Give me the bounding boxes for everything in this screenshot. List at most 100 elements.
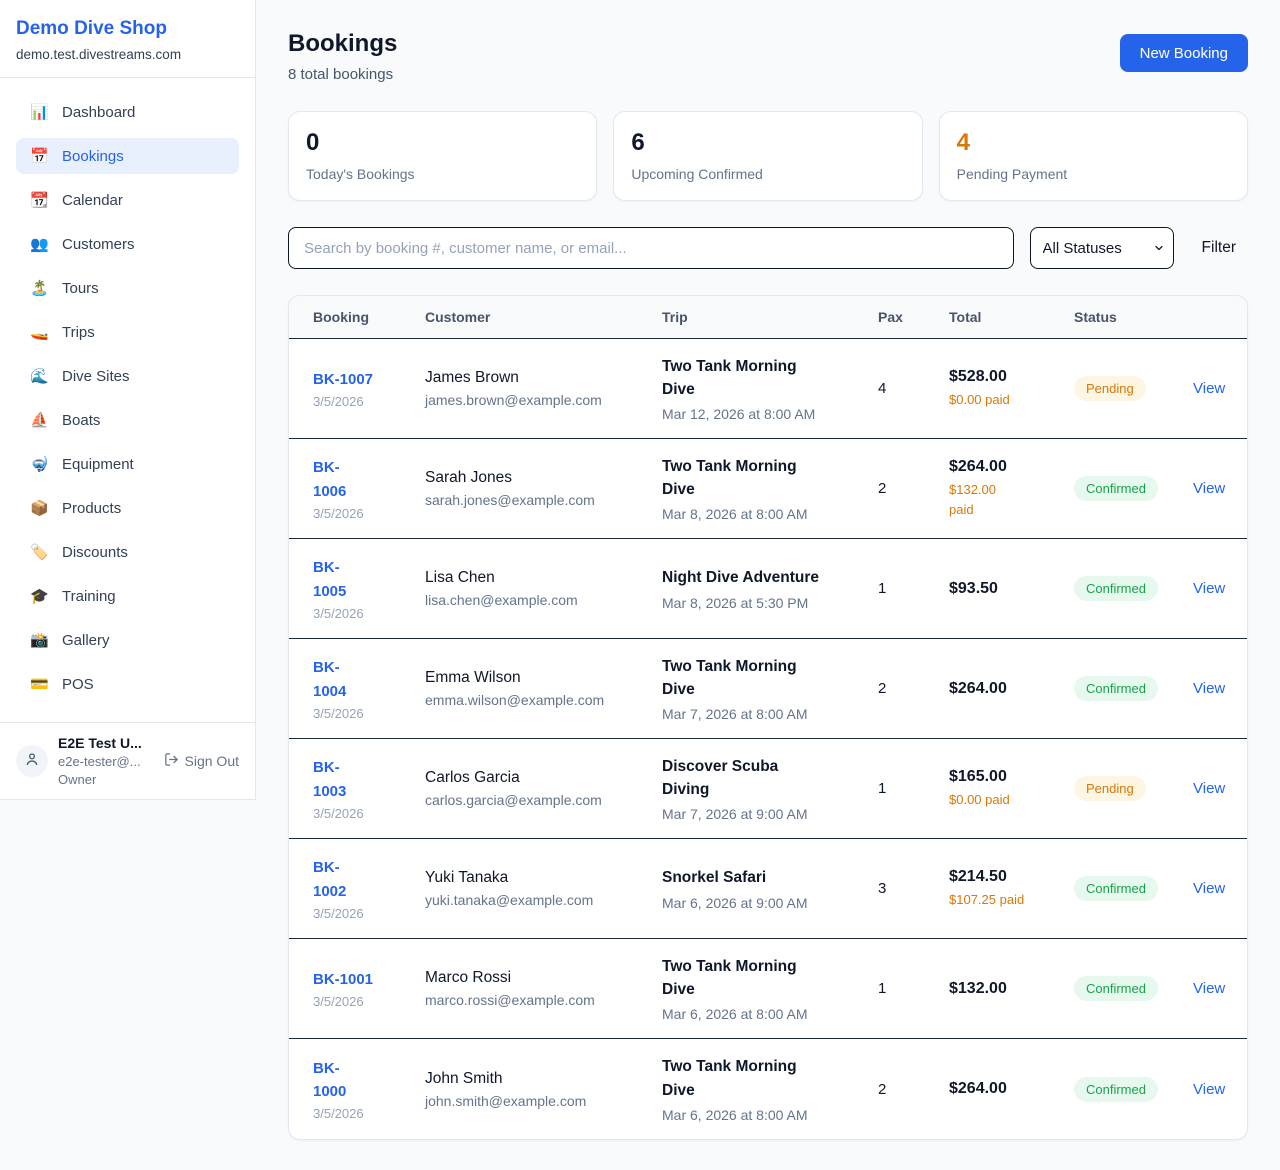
sidebar-item[interactable]: 📦 Products — [16, 490, 239, 526]
sidebar-item-icon: 📆 — [30, 191, 49, 209]
total-cell: $93.50 — [949, 580, 1074, 598]
customer-name: Yuki Tanaka — [425, 869, 648, 887]
sidebar-item[interactable]: 📅 Bookings — [16, 138, 239, 174]
trip-datetime: Mar 12, 2026 at 8:00 AM — [662, 406, 864, 422]
customer-cell: James Brown james.brown@example.com — [425, 369, 662, 408]
booking-id-link[interactable]: BK-1007 — [313, 368, 411, 391]
total-cell: $165.00 $0.00 paid — [949, 768, 1074, 810]
user-section: E2E Test U... e2e-tester@... Owner Sign … — [0, 722, 255, 799]
sidebar-item[interactable]: 🏝️ Tours — [16, 270, 239, 306]
sidebar-item-icon: 💳 — [30, 675, 49, 693]
booking-id-link[interactable]: BK-1001 — [313, 968, 411, 991]
sidebar-item[interactable]: ⛵ Boats — [16, 402, 239, 438]
sidebar-item[interactable]: 🏷️ Discounts — [16, 534, 239, 570]
page-header: Bookings 8 total bookings New Booking — [288, 30, 1248, 83]
user-info: E2E Test U... e2e-tester@... Owner — [58, 735, 154, 787]
customer-name: Carlos Garcia — [425, 769, 648, 787]
sidebar-item[interactable]: 📸 Gallery — [16, 622, 239, 658]
filter-button[interactable]: Filter — [1190, 239, 1248, 257]
bookings-table: Booking Customer Trip Pax Total Status B… — [288, 295, 1248, 1140]
booking-id-link[interactable]: BK- 1004 — [313, 656, 411, 703]
total-cell: $264.00 $132.00 paid — [949, 458, 1074, 519]
status-filter-select[interactable]: All Statuses — [1030, 227, 1174, 269]
sidebar-item-icon: 🌊 — [30, 367, 49, 385]
trip-name: Two Tank Morning Dive — [662, 655, 864, 702]
sidebar-item-label: Boats — [62, 412, 100, 429]
sidebar-item-label: Tours — [62, 280, 99, 297]
sidebar-item-icon: 🏝️ — [30, 279, 49, 297]
customer-email: marco.rossi@example.com — [425, 992, 648, 1008]
view-link[interactable]: View — [1193, 980, 1247, 997]
sidebar-item[interactable]: 📊 Dashboard — [16, 94, 239, 130]
sidebar-item[interactable]: 📆 Calendar — [16, 182, 239, 218]
sign-out-button[interactable]: Sign Out — [164, 752, 239, 770]
booking-date: 3/5/2026 — [313, 706, 411, 721]
total-cell: $132.00 — [949, 980, 1074, 998]
view-link[interactable]: View — [1193, 680, 1247, 697]
trip-datetime: Mar 6, 2026 at 8:00 AM — [662, 1107, 864, 1123]
sidebar-item[interactable]: 🤿 Equipment — [16, 446, 239, 482]
booking-date: 3/5/2026 — [313, 906, 411, 921]
customer-cell: Carlos Garcia carlos.garcia@example.com — [425, 769, 662, 808]
logout-icon — [164, 752, 179, 770]
view-link[interactable]: View — [1193, 880, 1247, 897]
table-row: BK- 1002 3/5/2026 Yuki Tanaka yuki.tanak… — [289, 839, 1247, 939]
customer-email: lisa.chen@example.com — [425, 592, 648, 608]
new-booking-button[interactable]: New Booking — [1120, 34, 1248, 72]
shop-logo: Demo Dive Shop — [16, 18, 239, 40]
booking-cell: BK-1001 3/5/2026 — [313, 968, 425, 1009]
sidebar-item[interactable]: 🚤 Trips — [16, 314, 239, 350]
booking-id-link[interactable]: BK- 1000 — [313, 1057, 411, 1104]
total-cell: $214.50 $107.25 paid — [949, 868, 1074, 910]
customer-email: james.brown@example.com — [425, 392, 648, 408]
status-badge: Confirmed — [1074, 576, 1158, 601]
sidebar-item-label: Customers — [62, 236, 135, 253]
trip-cell: Night Dive Adventure Mar 8, 2026 at 5:30… — [662, 566, 878, 610]
booking-id-link[interactable]: BK- 1006 — [313, 456, 411, 503]
view-link[interactable]: View — [1193, 780, 1247, 797]
status-badge: Confirmed — [1074, 876, 1158, 901]
stat-card: 6 Upcoming Confirmed — [613, 111, 922, 201]
trip-name: Discover Scuba Diving — [662, 755, 864, 802]
status-filter-wrap: All Statuses — [1030, 227, 1174, 269]
trip-cell: Discover Scuba Diving Mar 7, 2026 at 9:0… — [662, 755, 878, 823]
stat-value: 4 — [957, 129, 1230, 157]
customer-name: James Brown — [425, 369, 648, 387]
trip-datetime: Mar 6, 2026 at 9:00 AM — [662, 895, 864, 911]
view-link[interactable]: View — [1193, 380, 1247, 397]
sidebar-item[interactable]: 💳 POS — [16, 666, 239, 702]
booking-cell: BK-1007 3/5/2026 — [313, 368, 425, 409]
pax-count: 4 — [878, 380, 949, 397]
customer-name: Lisa Chen — [425, 569, 648, 587]
view-link[interactable]: View — [1193, 480, 1247, 497]
total-cell: $528.00 $0.00 paid — [949, 368, 1074, 410]
total-amount: $528.00 — [949, 368, 1060, 386]
user-role: Owner — [58, 772, 154, 787]
view-link[interactable]: View — [1193, 1081, 1247, 1098]
controls-row: All Statuses Filter — [288, 227, 1248, 269]
col-header-total: Total — [949, 309, 1074, 325]
search-input[interactable] — [288, 227, 1014, 269]
user-name: E2E Test U... — [58, 735, 154, 751]
view-link[interactable]: View — [1193, 580, 1247, 597]
sidebar-item-icon: 📦 — [30, 499, 49, 517]
total-amount: $93.50 — [949, 580, 1060, 598]
status-cell: Confirmed — [1074, 876, 1193, 901]
sidebar-item[interactable]: 🎓 Training — [16, 578, 239, 614]
stat-card: 4 Pending Payment — [939, 111, 1248, 201]
total-cell: $264.00 — [949, 680, 1074, 698]
col-header-booking: Booking — [313, 309, 425, 325]
shop-domain: demo.test.divestreams.com — [16, 47, 239, 62]
sidebar-item[interactable]: 🌊 Dive Sites — [16, 358, 239, 394]
status-cell: Confirmed — [1074, 976, 1193, 1001]
booking-id-link[interactable]: BK- 1002 — [313, 856, 411, 903]
stat-label: Upcoming Confirmed — [631, 166, 904, 182]
booking-id-link[interactable]: BK- 1003 — [313, 756, 411, 803]
status-cell: Confirmed — [1074, 576, 1193, 601]
table-row: BK-1007 3/5/2026 James Brown james.brown… — [289, 339, 1247, 439]
status-cell: Confirmed — [1074, 1077, 1193, 1102]
booking-id-link[interactable]: BK- 1005 — [313, 556, 411, 603]
sidebar-item[interactable]: 👥 Customers — [16, 226, 239, 262]
sidebar-item-icon: ⛵ — [30, 411, 49, 429]
table-row: BK- 1006 3/5/2026 Sarah Jones sarah.jone… — [289, 439, 1247, 539]
